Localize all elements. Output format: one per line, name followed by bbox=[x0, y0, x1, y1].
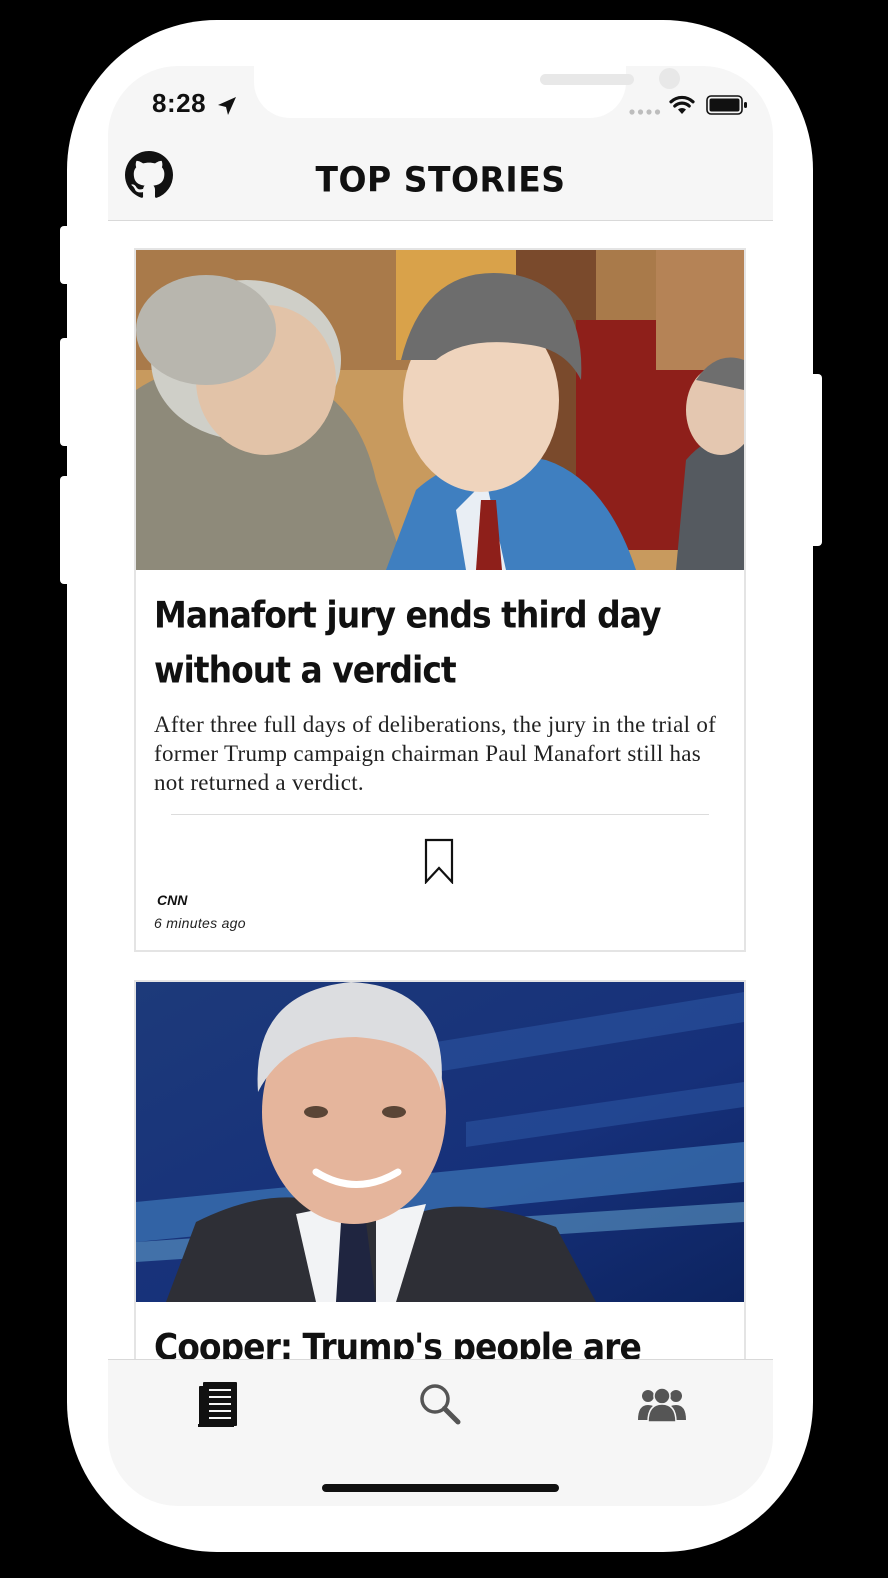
home-indicator[interactable] bbox=[322, 1484, 559, 1492]
article-title[interactable]: Manafort jury ends third day without a v… bbox=[154, 588, 724, 698]
battery-icon bbox=[706, 95, 747, 115]
newspaper-icon bbox=[198, 1382, 237, 1427]
bookmark-icon[interactable] bbox=[424, 838, 454, 884]
article-title[interactable]: Cooper: Trump's people are assaulting bbox=[154, 1320, 724, 1361]
stories-feed[interactable]: Manafort jury ends third day without a v… bbox=[108, 222, 773, 1360]
app-header: 8:28 TOP STORIES bbox=[108, 66, 773, 221]
article-description: After three full days of deliberations, … bbox=[154, 712, 717, 795]
front-camera bbox=[659, 68, 680, 89]
bottom-tab-bar bbox=[108, 1359, 773, 1506]
tab-top-stories[interactable] bbox=[188, 1374, 248, 1434]
search-icon bbox=[420, 1384, 461, 1425]
volume-up-button bbox=[60, 338, 72, 446]
article-card[interactable]: Manafort jury ends third day without a v… bbox=[134, 248, 746, 952]
app-screen: 8:28 TOP STORIES Manafort jury ends thir… bbox=[108, 66, 773, 1506]
volume-down-button bbox=[60, 476, 72, 584]
notch bbox=[254, 66, 680, 118]
page-title: TOP STORIES bbox=[315, 159, 566, 200]
news-anchor-photo[interactable] bbox=[136, 982, 744, 1302]
courtroom-sketch-image[interactable] bbox=[136, 250, 744, 570]
mute-switch bbox=[60, 226, 72, 284]
earpiece-speaker bbox=[540, 74, 634, 85]
people-icon bbox=[638, 1387, 686, 1422]
article-card[interactable]: Cooper: Trump's people are assaulting bbox=[134, 980, 746, 1360]
article-source: CNN bbox=[157, 892, 188, 908]
article-timestamp: 6 minutes ago bbox=[154, 915, 246, 931]
cellular-signal-icon bbox=[629, 109, 661, 115]
location-arrow-icon bbox=[218, 97, 236, 115]
tab-search[interactable] bbox=[410, 1374, 470, 1434]
status-time: 8:28 bbox=[152, 88, 207, 118]
tab-people[interactable] bbox=[632, 1374, 692, 1434]
power-button bbox=[808, 374, 822, 546]
card-divider bbox=[171, 814, 709, 815]
wifi-icon bbox=[669, 95, 695, 114]
